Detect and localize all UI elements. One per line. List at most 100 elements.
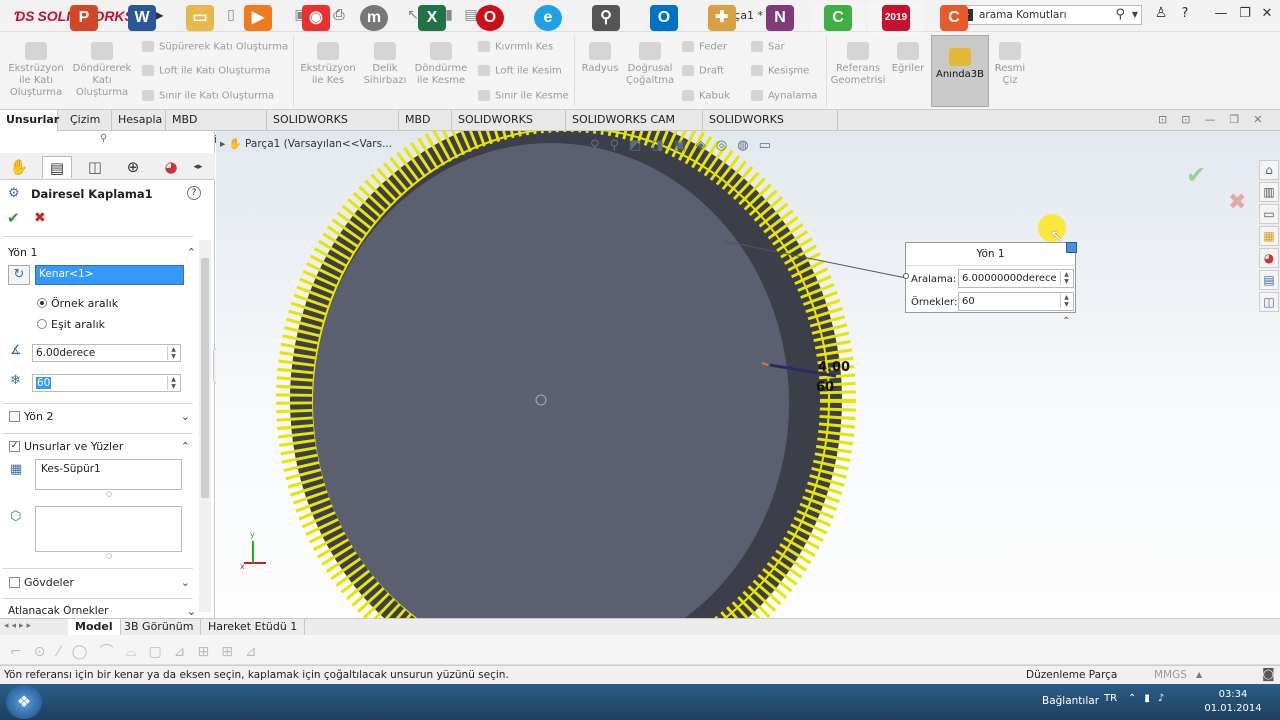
taskbar-media-player-icon[interactable]: ▶ [230,2,286,34]
configuration-manager-tab-icon[interactable]: ◫ [80,156,110,178]
bodies-header[interactable]: Gövdeler ⌄ [24,576,190,589]
linear-pattern-button[interactable]: Doğrusal Çoğaltma [624,42,676,87]
dimension-spacing[interactable]: 4.00 [818,360,850,375]
tab-scroll-arrows-icon[interactable]: ◂▸ [188,156,208,178]
instance-spacing-radio[interactable] [37,298,47,308]
shell-button[interactable]: Kabuk [682,90,730,102]
tab-scroll-arrows-icon[interactable]: ◂◂▸▸ [4,621,34,631]
angle-spinner[interactable]: ▲ ▼ [167,346,179,360]
taskbar-excel-icon[interactable]: X [404,2,460,34]
taskbar-paint-icon[interactable]: ✚ [694,2,750,34]
sweep-boss-button[interactable]: Süpürerek Katı Oluşturma [142,41,288,53]
taskbar-recorder-icon[interactable]: ◉ [288,2,344,34]
angle-input[interactable]: 6.00derece ▲ ▼ [32,344,181,362]
tab-3d-view[interactable]: 3B Görünüm [117,619,202,636]
taskpane-custom-properties-icon[interactable]: ▤ [1259,270,1279,290]
reverse-direction-icon[interactable]: ↻ [8,265,30,285]
status-chat-icon[interactable]: ◙ [1262,667,1275,682]
sketch-tools-disabled-icon[interactable]: ⌐⊙⁄◯⌒⌓▢⊿⊞⊞⊿ [10,641,269,661]
graphics-area[interactable]: x y [216,131,1280,618]
taskbar-word-icon[interactable]: W [114,2,170,34]
skip-instances-header[interactable]: Atlanacak Örnekler ⌄ [8,605,196,615]
taskbar-solidworks-icon[interactable]: 2019 [868,2,924,34]
tab-evaluate[interactable]: Hesapla [112,110,166,131]
command-search[interactable]: > arama Komutları ⚲ ▼ [954,5,1142,25]
callout-instances-spinner[interactable]: ▲ ▼ [1060,294,1072,308]
gear-model[interactable]: x y [216,131,1280,618]
equal-spacing-radio[interactable] [37,319,47,329]
features-faces-header[interactable]: Unsurlar ve Yüzler ⌃ [24,440,190,453]
units-chevron-up-icon[interactable]: ▲ [1196,670,1202,679]
wrap-button[interactable]: Sar [751,41,785,53]
taskbar-camtasia-icon[interactable]: C [810,2,866,34]
confirm-corner-cancel-icon[interactable]: ✖ [1228,190,1246,215]
feature-tree-root[interactable]: Parça1 (Varsayılan<<Vars... [245,138,392,150]
taskpane-design-library-icon[interactable]: ▥ [1259,182,1279,202]
instances-spinner[interactable]: ▲ ▼ [167,376,179,390]
taskpane-appearances-icon[interactable]: ◕ [1259,248,1279,268]
restore-button[interactable]: ❐ [1234,6,1256,21]
sweep-cut-button[interactable]: Kıvrımlı Kes [478,41,553,53]
intersect-button[interactable]: Kesişme [751,65,809,77]
tab-addins[interactable]: SOLIDWORKS Eklentileri [267,110,399,146]
direction2-checkbox[interactable] [9,411,20,422]
language-indicator[interactable]: TR [1104,693,1117,704]
chevron-down-icon[interactable]: ▼ [1132,10,1138,19]
revolve-boss-button[interactable]: Döndürerek Katı Oluşturma [70,42,134,99]
taskpane-home-icon[interactable]: ⌂ [1259,160,1279,180]
taskpane-file-explorer-icon[interactable]: ▭ [1259,204,1279,224]
taskbar-onenote-icon[interactable]: N [752,2,808,34]
reference-geometry-button[interactable]: Referans Geometrisi [830,42,886,87]
curves-button[interactable]: Eğriler [888,42,928,75]
callout-pin-icon[interactable] [1066,242,1077,253]
panel-scrollbar[interactable] [199,240,211,612]
tab-motion-study[interactable]: Hareket Etüdü 1 [201,619,306,636]
taskbar-search-app-icon[interactable]: ⚲ [578,2,634,34]
loft-boss-button[interactable]: Loft ile Katı Oluşturma [142,65,271,77]
system-clock[interactable]: 03:34 01.01.2014 [1190,688,1276,716]
help-icon[interactable]: ? [1174,6,1196,21]
taskbar-outlook-icon[interactable]: O [636,2,692,34]
chevron-down-icon[interactable]: ⌄ [181,410,190,423]
hole-wizard-button[interactable]: Delik Sihirbazı [360,42,410,87]
tab-inspection[interactable]: SOLIDWORKS Inspection [703,110,838,146]
viewport-window-controls[interactable]: ⊡⊡—❐✕ [1158,113,1277,126]
taskpane-forum-icon[interactable]: ◫ [1259,292,1279,312]
confirm-corner-ok-icon[interactable]: ✔ [1186,161,1206,189]
mirror-button[interactable]: Aynalama [751,90,817,102]
instances-input[interactable]: 60 ▲ ▼ [32,374,181,392]
tab-mbd[interactable]: MBD [399,110,452,131]
taskbar-explorer-icon[interactable]: ▭ [172,2,228,34]
draft-button[interactable]: Draft [682,65,724,77]
extrude-boss-button[interactable]: Ekstrüzyon ile Katı Oluşturma [6,42,66,99]
tab-features[interactable]: Unsurlar [0,110,59,131]
features-to-pattern-list[interactable]: Kes-Süpür1 [35,459,182,490]
callout-spacing-spinner[interactable]: ▲ ▼ [1060,271,1072,285]
taskbar-internet-explorer-icon[interactable]: e [520,2,576,34]
display-manager-tab-icon[interactable]: ◕ [156,156,186,178]
tab-mbd-dimensions[interactable]: MBD Dimensions [166,110,267,146]
search-icon[interactable]: ⚲ [1115,7,1125,22]
tab-sketch[interactable]: Çizim [64,110,112,131]
fillet-button[interactable]: Radyus [578,42,622,75]
chevron-down-icon[interactable]: ⌄ [187,605,196,615]
dimxpert-tab-icon[interactable]: ⊕ [118,156,148,178]
chevron-up-icon[interactable]: ⌃ [187,246,196,259]
system-tray-icons[interactable]: ⌃▮♪ [1128,693,1172,704]
cancel-x-icon[interactable]: ✖ [34,210,46,226]
rib-button[interactable]: Feder [682,41,727,53]
feature-tree-flyout[interactable]: ▸ ✋ Parça1 (Varsayılan<<Vars... [220,137,392,150]
boundary-boss-button[interactable]: Sınır ile Katı Oluşturma [142,90,274,102]
taskbar-opera-icon[interactable]: O [462,2,518,34]
feature-manager-tab-icon[interactable]: ✋ [4,156,34,178]
features-faces-checkbox[interactable]: ✓ [9,441,20,452]
search-input[interactable]: arama Komutları [979,9,1067,21]
bodies-checkbox[interactable] [9,577,20,588]
callout-spacing-input[interactable]: 6.00000000derece ▲ ▼ [958,269,1074,288]
list-resize-handle[interactable]: ○ [106,490,112,498]
extrude-cut-button[interactable]: Ekstrüzyon ile Kes [298,42,358,87]
help-icon[interactable]: ? [187,186,201,200]
tab-cam-tbm[interactable]: SOLIDWORKS CAM TBM [566,110,703,146]
chevron-up-icon[interactable]: ⌃ [181,440,190,453]
minimize-button[interactable]: — [1210,6,1232,21]
